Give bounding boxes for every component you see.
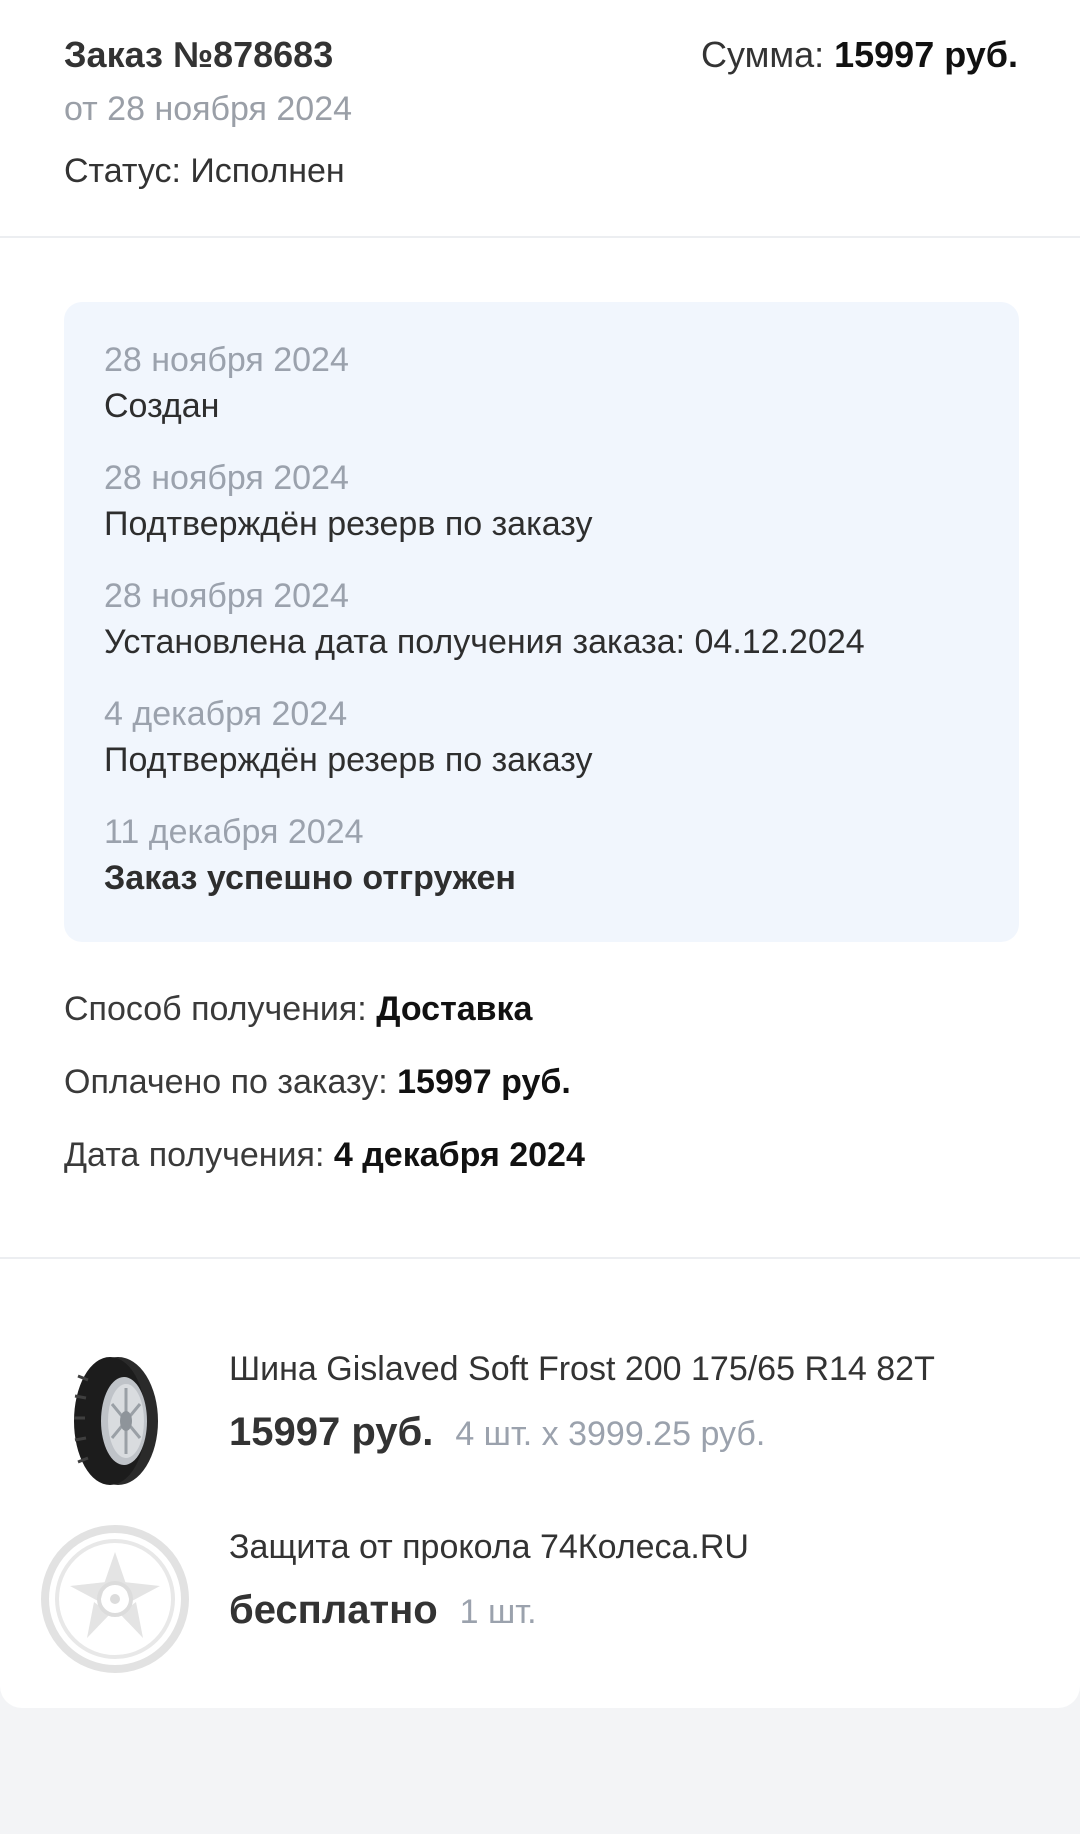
- history-item: 11 декабря 2024 Заказ успешно отгружен: [104, 810, 979, 928]
- order-sum-label: Сумма:: [700, 34, 835, 75]
- product-price: 15997 руб. 4 шт. x 3999.25 руб.: [229, 1410, 765, 1455]
- product-price-value: бесплатно: [229, 1588, 438, 1632]
- history-text: Подтверждён резерв по заказу: [104, 505, 593, 543]
- order-header: Заказ №878683 Сумма: 15997 руб. от 28 но…: [64, 30, 1018, 200]
- divider: [0, 236, 1080, 238]
- order-sum: Сумма: 15997 руб.: [701, 34, 1018, 76]
- history-date: 28 ноября 2024: [104, 577, 349, 615]
- history-item: 28 ноября 2024 Создан: [104, 338, 979, 456]
- order-card: Заказ №878683 Сумма: 15997 руб. от 28 но…: [0, 0, 1080, 1708]
- wheel-rim-icon[interactable]: [40, 1524, 190, 1674]
- paid-amount: Оплачено по заказу: 15997 руб.: [64, 1058, 1014, 1131]
- history-item: 28 ноября 2024 Подтверждён резерв по зак…: [104, 456, 979, 574]
- history-item: 28 ноября 2024 Установлена дата получени…: [104, 574, 979, 692]
- history-date: 11 декабря 2024: [104, 813, 364, 851]
- order-number: Заказ №878683: [64, 34, 334, 75]
- product-quantity: 1 шт.: [459, 1593, 537, 1631]
- paid-label: Оплачено по заказу:: [64, 1063, 398, 1101]
- delivery-label: Способ получения:: [64, 990, 377, 1028]
- receive-label: Дата получения:: [64, 1136, 334, 1174]
- delivery-value: Доставка: [376, 990, 533, 1028]
- history-item: 4 декабря 2024 Подтверждён резерв по зак…: [104, 692, 979, 810]
- tire-icon[interactable]: [40, 1346, 190, 1496]
- receive-value: 4 декабря 2024: [333, 1136, 585, 1174]
- order-history: 28 ноября 2024 Создан 28 ноября 2024 Под…: [64, 302, 1019, 942]
- divider: [0, 1257, 1080, 1259]
- order-status: Статус: Исполнен: [64, 152, 345, 190]
- delivery-method: Способ получения: Доставка: [64, 985, 1014, 1058]
- history-text: Создан: [104, 387, 220, 425]
- history-date: 4 декабря 2024: [104, 695, 348, 733]
- product-item[interactable]: Защита от прокола 74Колеса.RU бесплатно 1…: [0, 1524, 1080, 1684]
- order-date: от 28 ноября 2024: [64, 90, 353, 128]
- history-date: 28 ноября 2024: [104, 459, 349, 497]
- receive-date: Дата получения: 4 декабря 2024: [64, 1131, 1014, 1204]
- product-item[interactable]: Шина Gislaved Soft Frost 200 175/65 R14 …: [0, 1346, 1080, 1506]
- history-text: Заказ успешно отгружен: [104, 859, 516, 897]
- product-price-value: 15997 руб.: [229, 1410, 434, 1454]
- product-name[interactable]: Защита от прокола 74Колеса.RU: [229, 1528, 749, 1567]
- paid-value: 15997 руб.: [397, 1063, 571, 1101]
- history-date: 28 ноября 2024: [104, 341, 349, 379]
- product-price: бесплатно 1 шт.: [229, 1588, 537, 1633]
- product-name[interactable]: Шина Gislaved Soft Frost 200 175/65 R14 …: [229, 1350, 935, 1389]
- history-text: Установлена дата получения заказа: 04.12…: [104, 623, 865, 661]
- order-info: Способ получения: Доставка Оплачено по з…: [64, 985, 1014, 1204]
- product-quantity: 4 шт. x 3999.25 руб.: [455, 1415, 766, 1453]
- history-text: Подтверждён резерв по заказу: [104, 741, 593, 779]
- order-sum-value: 15997 руб.: [834, 34, 1018, 75]
